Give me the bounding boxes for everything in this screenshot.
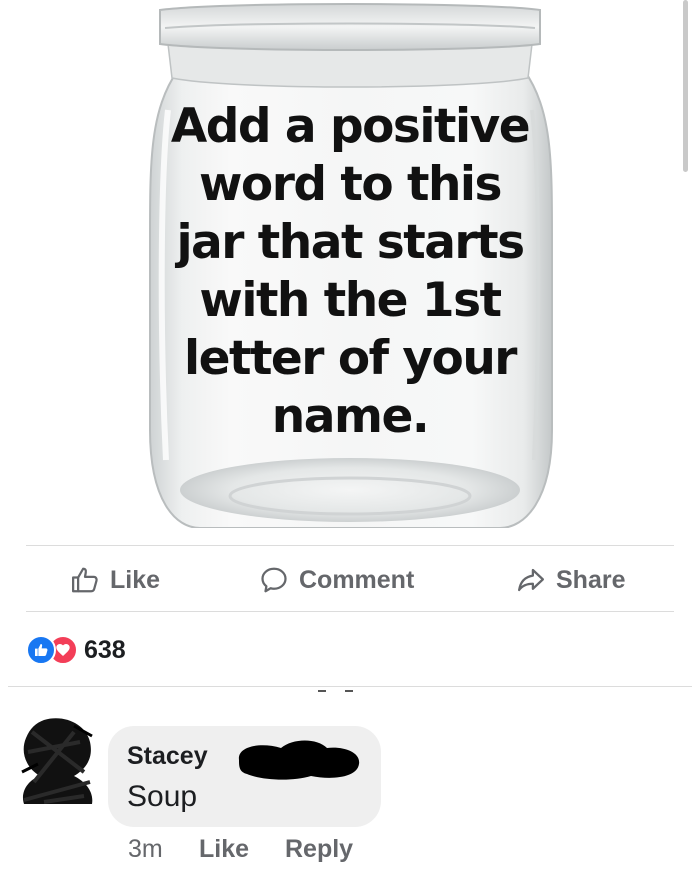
comment-text: Soup — [127, 780, 198, 813]
reaction-summary[interactable]: 638 — [26, 634, 126, 666]
divider — [26, 611, 674, 612]
comment-bubble[interactable]: Stacey Soup — [108, 726, 381, 827]
comment-button-label: Comment — [299, 565, 415, 594]
redaction-scribble — [238, 740, 360, 780]
comment-author[interactable]: Stacey — [127, 742, 208, 771]
separator-mark — [345, 690, 353, 692]
post-image-caption: Add a positive word to this jar that sta… — [170, 99, 531, 444]
divider — [8, 686, 692, 687]
like-button-label: Like — [110, 565, 161, 594]
like-reaction-icon — [26, 635, 56, 665]
reaction-count: 638 — [84, 635, 126, 664]
comment-timestamp: 3m — [128, 834, 163, 863]
comment-button[interactable]: Comment — [259, 560, 414, 600]
scrollbar[interactable] — [683, 0, 688, 172]
comment-like-link[interactable]: Like — [199, 833, 249, 865]
share-button[interactable]: Share — [516, 560, 625, 600]
share-button-label: Share — [556, 565, 626, 594]
divider — [26, 545, 674, 546]
avatar[interactable] — [14, 712, 98, 808]
separator-mark — [318, 690, 326, 692]
comment-reply-link[interactable]: Reply — [285, 833, 353, 865]
like-button[interactable]: Like — [70, 560, 160, 600]
share-arrow-icon — [518, 568, 544, 592]
post-image[interactable]: Add a positive word to this jar that sta… — [0, 0, 700, 528]
comment-bubble-icon — [261, 567, 287, 593]
thumbs-up-icon — [72, 567, 98, 593]
